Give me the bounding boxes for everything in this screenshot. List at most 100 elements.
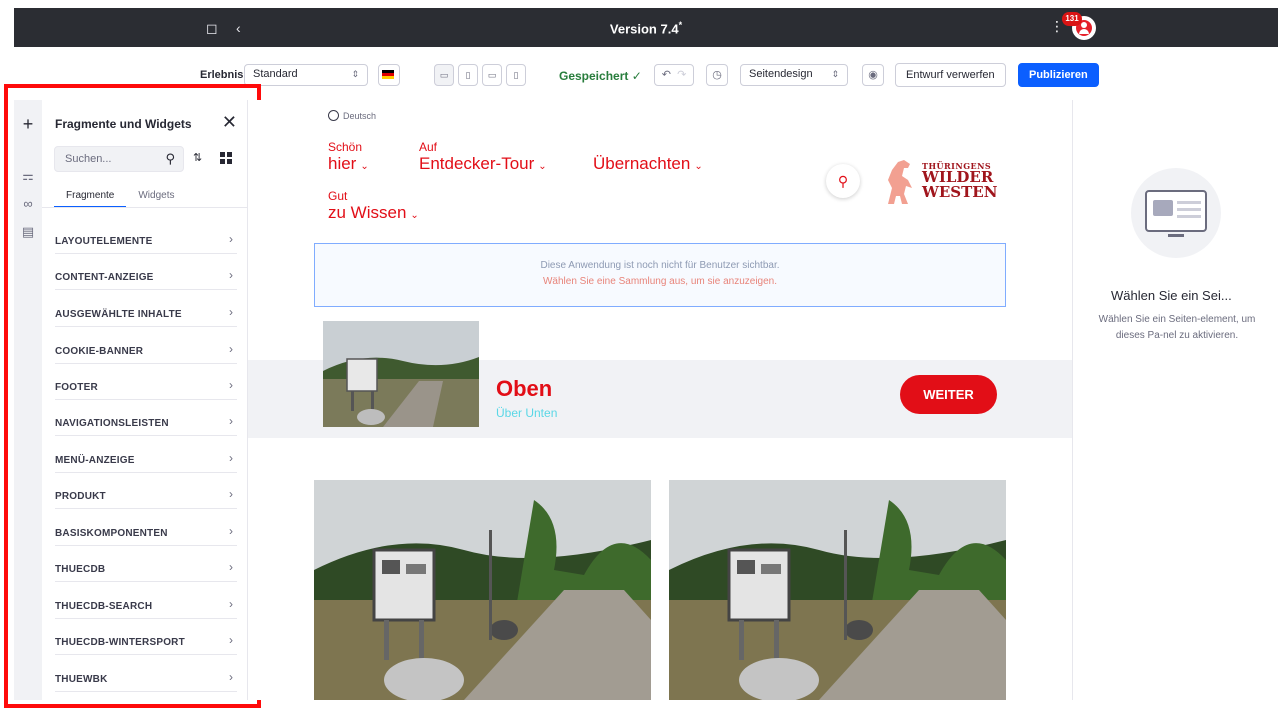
discard-draft-button[interactable]: Entwurf verwerfen	[895, 63, 1006, 87]
category-cookie-banner[interactable]: COOKIE-BANNER ›	[55, 336, 237, 364]
fragments-panel: Fragmente und Widgets ✕ Suchen... ⚲ ⇅ Fr…	[42, 100, 248, 700]
close-icon[interactable]: ✕	[222, 112, 237, 133]
language-selector[interactable]: Deutsch	[328, 110, 376, 121]
category-label: THUECDB	[55, 564, 106, 575]
experience-select-value: Standard	[253, 68, 298, 80]
category-thuecdb-search[interactable]: THUECDB-SEARCH ›	[55, 591, 237, 619]
empty-state-illustration	[1131, 168, 1221, 258]
history-icon[interactable]: ◷	[706, 64, 728, 86]
nav-big-label: hier	[328, 154, 357, 173]
empty-state-title: Wählen Sie ein Sei...	[1111, 288, 1232, 303]
nav-small-label: Gut	[328, 189, 348, 203]
category-menue-anzeige[interactable]: MENÜ-ANZEIGE ›	[55, 445, 237, 473]
category-ausgewaehlte-inhalte[interactable]: AUSGEWÄHLTE INHALTE ›	[55, 299, 237, 327]
language-label: Deutsch	[343, 111, 377, 121]
banner-title: Oben	[496, 376, 553, 401]
category-navigationsleisten[interactable]: NAVIGATIONSLEISTEN ›	[55, 408, 237, 436]
category-basiskomponenten[interactable]: BASISKOMPONENTEN ›	[55, 518, 237, 546]
category-label: THUECDB-WINTERSPORT	[55, 637, 185, 648]
weiter-button[interactable]: WEITER	[900, 375, 997, 414]
grid-view-icon[interactable]	[220, 152, 232, 164]
page-design-select[interactable]: Seitendesign ⇕	[740, 64, 848, 86]
undo-icon[interactable]: ↶	[662, 69, 671, 81]
globe-icon	[328, 110, 339, 121]
select-caret-icon: ⇕	[831, 69, 839, 79]
redo-icon[interactable]: ↷	[677, 69, 686, 81]
chevron-right-icon: ›	[229, 597, 233, 611]
plus-icon[interactable]: +	[20, 114, 36, 135]
site-logo[interactable]: THÜRINGENS WILDER WESTEN	[882, 158, 1002, 206]
nav-big-label: Entdecker-Tour	[419, 154, 535, 173]
sort-icon[interactable]: ⇅	[193, 151, 202, 164]
tab-fragments[interactable]: Fragmente	[54, 186, 127, 208]
chevron-right-icon: ›	[229, 414, 233, 428]
notice-line-1: Diese Anwendung ist noch nicht für Benut…	[540, 260, 780, 271]
nav-item-entdecker-tour[interactable]: Auf Entdecker-Tour ⌄	[419, 140, 547, 174]
device-switcher: ▭ ▯ ▭ ▯	[434, 64, 526, 86]
search-icon: ⚲	[165, 151, 175, 166]
nav-big-label: zu Wissen	[328, 203, 407, 222]
experience-label: Erlebnis	[200, 69, 244, 81]
desktop-icon[interactable]: ▭	[434, 64, 454, 86]
landscape-icon[interactable]: ▭	[482, 64, 502, 86]
saved-label: Gespeichert	[559, 69, 629, 83]
preview-icon[interactable]: ◉	[862, 64, 884, 86]
category-footer[interactable]: FOOTER ›	[55, 372, 237, 400]
link-icon[interactable]: ∞	[20, 196, 36, 211]
chevron-right-icon: ›	[229, 487, 233, 501]
category-produkt[interactable]: PRODUKT ›	[55, 481, 237, 509]
chevron-right-icon: ›	[229, 670, 233, 684]
nav-item-schoen-hier[interactable]: Schön hier ⌄	[328, 140, 369, 174]
nav-item-zu-wissen[interactable]: Gut zu Wissen ⌄	[328, 189, 419, 223]
chevron-right-icon: ›	[229, 378, 233, 392]
panel-title: Fragmente und Widgets	[55, 117, 192, 131]
select-caret-icon: ⇕	[351, 69, 359, 79]
chevron-right-icon: ›	[229, 305, 233, 319]
category-thuecdb-wintersport[interactable]: THUECDB-WINTERSPORT ›	[55, 627, 237, 655]
category-label: THUECDB-SEARCH	[55, 601, 153, 612]
category-thuecdb[interactable]: THUECDB ›	[55, 554, 237, 582]
nav-small-label: Auf	[419, 140, 438, 154]
german-flag-icon	[382, 70, 394, 79]
category-label: FOOTER	[55, 382, 98, 393]
publish-button[interactable]: Publizieren	[1018, 63, 1099, 87]
chevron-right-icon: ›	[229, 232, 233, 246]
experience-select[interactable]: Standard ⇕	[244, 64, 368, 86]
category-layoutelemente[interactable]: LAYOUTELEMENTE ›	[55, 226, 237, 254]
logo-line-3: WESTEN	[922, 183, 998, 201]
paint-roller-icon[interactable]: ⚎	[20, 168, 36, 184]
page-canvas: Deutsch Schön hier ⌄ Auf Entdecker-Tour ⌄ …	[248, 100, 1072, 700]
banner-subtitle: Über Unten	[496, 406, 558, 420]
chevron-right-icon: ›	[229, 633, 233, 647]
collection-notice[interactable]: Diese Anwendung ist noch nicht für Benut…	[314, 243, 1006, 307]
search-input[interactable]: Suchen... ⚲	[54, 146, 184, 172]
content-image-left	[314, 480, 651, 700]
category-label: NAVIGATIONSLEISTEN	[55, 418, 169, 429]
saved-status: Gespeichert ✓	[559, 69, 642, 83]
comment-icon[interactable]: ▤	[20, 224, 36, 240]
notice-line-2: Wählen Sie eine Sammlung aus, um sie anz…	[542, 276, 778, 287]
tab-widgets[interactable]: Widgets	[126, 186, 186, 208]
category-label: AUSGEWÄHLTE INHALTE	[55, 309, 182, 320]
tablet-icon[interactable]: ▯	[458, 64, 478, 86]
category-label: THUEWBK	[55, 674, 108, 685]
configuration-panel: Wählen Sie ein Sei... Wählen Sie ein Sei…	[1072, 100, 1278, 700]
top-bar: ◻ ‹ Version 7.4* ⋮ 131	[14, 8, 1278, 47]
phone-icon[interactable]: ▯	[506, 64, 526, 86]
chevron-right-icon: ›	[229, 560, 233, 574]
banner-image	[323, 321, 479, 427]
more-options-icon[interactable]: ⋮	[1050, 18, 1064, 38]
chevron-down-icon: ⌄	[694, 161, 703, 172]
category-label: LAYOUTELEMENTE	[55, 236, 153, 247]
search-placeholder: Suchen...	[65, 153, 112, 165]
horse-logo-icon	[888, 160, 912, 204]
nav-small-label: Schön	[328, 140, 363, 154]
site-search-button[interactable]: ⚲	[826, 164, 860, 198]
category-label: CONTENT-ANZEIGE	[55, 272, 154, 283]
sidebar-rail: + ⚎ ∞ ▤	[14, 100, 42, 700]
chevron-down-icon: ⌄	[410, 210, 419, 221]
category-content-anzeige[interactable]: CONTENT-ANZEIGE ›	[55, 262, 237, 290]
search-icon: ⚲	[837, 173, 849, 189]
category-thuewbk[interactable]: THUEWBK ›	[55, 664, 237, 692]
nav-item-uebernachten[interactable]: Übernachten ⌄	[593, 154, 703, 174]
